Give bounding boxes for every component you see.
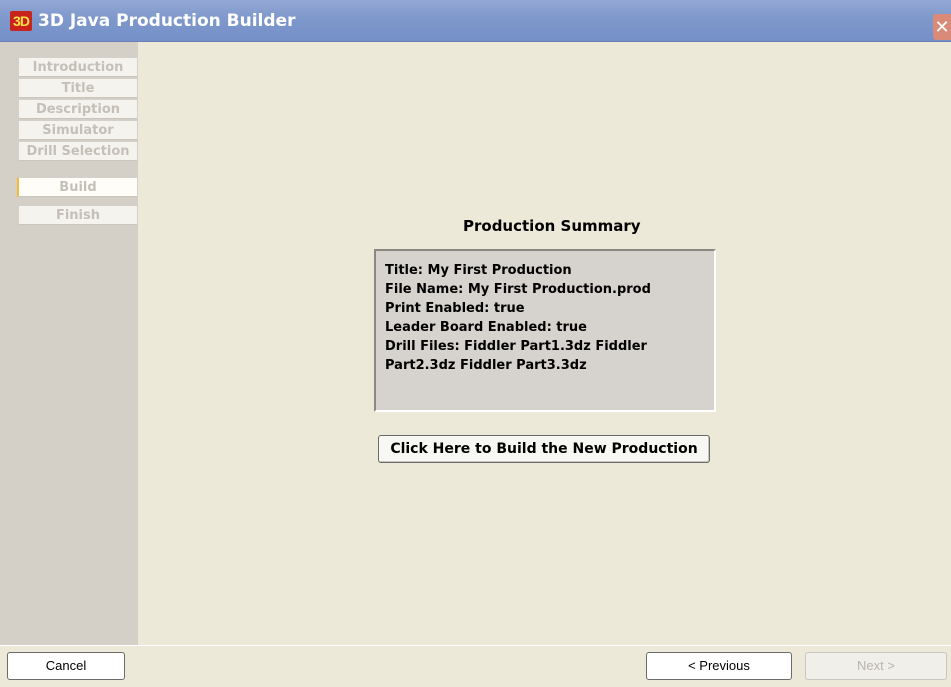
next-button[interactable]: Next >: [805, 652, 947, 680]
previous-button[interactable]: < Previous: [646, 652, 792, 680]
step-description: Description: [19, 100, 137, 119]
build-production-button[interactable]: Click Here to Build the New Production: [378, 435, 710, 463]
app-logo-icon: 3D: [10, 11, 32, 31]
footer-bar: Cancel < Previous Next >: [0, 645, 951, 687]
step-title: Title: [19, 79, 137, 98]
step-build: Build: [17, 178, 137, 197]
summary-title-line: Title: My First Production: [385, 263, 572, 278]
window-title: 3D Java Production Builder: [38, 11, 296, 31]
summary-drillfiles-line-cont: Part2.3dz Fiddler Part3.3dz: [385, 358, 587, 373]
close-icon[interactable]: ✕: [933, 14, 951, 40]
summary-drillfiles-line: Drill Files: Fiddler Part1.3dz Fiddler: [385, 339, 647, 354]
step-drill-selection: Drill Selection: [19, 142, 137, 161]
cancel-button[interactable]: Cancel: [7, 652, 125, 680]
wizard-steps-sidebar: Introduction Title Description Simulator…: [0, 42, 138, 645]
summary-filename-line: File Name: My First Production.prod: [385, 282, 651, 297]
summary-heading: Production Summary: [463, 217, 641, 235]
summary-print-line: Print Enabled: true: [385, 301, 525, 316]
title-bar: 3D 3D Java Production Builder ✕: [0, 0, 951, 42]
step-introduction: Introduction: [19, 58, 137, 77]
step-simulator: Simulator: [19, 121, 137, 140]
summary-leaderboard-line: Leader Board Enabled: true: [385, 320, 588, 335]
summary-text-area: Title: My First Production File Name: My…: [374, 249, 716, 412]
step-finish: Finish: [19, 206, 137, 225]
